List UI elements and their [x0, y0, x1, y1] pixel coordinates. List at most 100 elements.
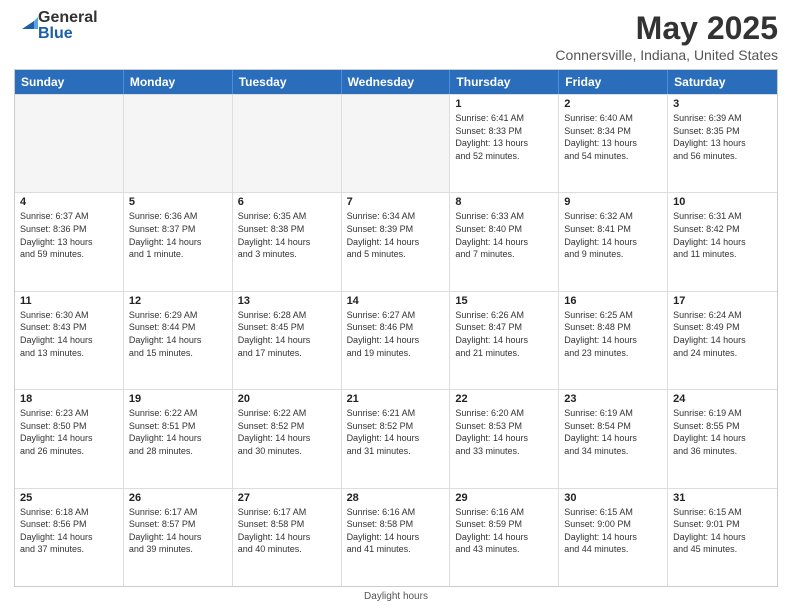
calendar-header: SundayMondayTuesdayWednesdayThursdayFrid…: [15, 70, 777, 94]
day-number: 15: [455, 295, 553, 307]
day-info: Sunrise: 6:39 AM Sunset: 8:35 PM Dayligh…: [673, 112, 772, 162]
day-number: 7: [347, 196, 445, 208]
title-block: May 2025 Connersville, Indiana, United S…: [555, 10, 778, 63]
cal-cell-14: 14 Sunrise: 6:27 AM Sunset: 8:46 PM Dayli…: [342, 292, 451, 389]
day-info: Sunrise: 6:37 AM Sunset: 8:36 PM Dayligh…: [20, 210, 118, 260]
day-info: Sunrise: 6:27 AM Sunset: 8:46 PM Dayligh…: [347, 309, 445, 359]
cal-header-cell-thursday: Thursday: [450, 70, 559, 94]
day-number: 1: [455, 98, 553, 110]
cal-cell-26: 26Sunrise: 6:17 AM Sunset: 8:57 PM Dayli…: [124, 489, 233, 586]
cal-cell-empty-0: [15, 95, 124, 192]
cal-cell-10: 10Sunrise: 6:31 AM Sunset: 8:42 PM Dayli…: [668, 193, 777, 290]
day-info: Sunrise: 6:35 AM Sunset: 8:38 PM Dayligh…: [238, 210, 336, 260]
logo-text: General Blue: [38, 10, 98, 42]
header: General Blue May 2025 Connersville, Indi…: [14, 10, 778, 63]
day-info: Sunrise: 6:17 AM Sunset: 8:58 PM Dayligh…: [238, 506, 336, 556]
day-number: 30: [564, 492, 662, 504]
cal-cell-15: 15Sunrise: 6:26 AM Sunset: 8:47 PM Dayli…: [450, 292, 559, 389]
logo: General Blue: [14, 10, 98, 42]
day-info: Sunrise: 6:19 AM Sunset: 8:55 PM Dayligh…: [673, 407, 772, 457]
cal-row-3: 18Sunrise: 6:23 AM Sunset: 8:50 PM Dayli…: [15, 389, 777, 487]
cal-cell-5: 5 Sunrise: 6:36 AM Sunset: 8:37 PM Daylig…: [124, 193, 233, 290]
cal-cell-18: 18Sunrise: 6:23 AM Sunset: 8:50 PM Dayli…: [15, 390, 124, 487]
cal-row-1: 4 Sunrise: 6:37 AM Sunset: 8:36 PM Daylig…: [15, 192, 777, 290]
cal-cell-17: 17Sunrise: 6:24 AM Sunset: 8:49 PM Dayli…: [668, 292, 777, 389]
cal-cell-3: 3 Sunrise: 6:39 AM Sunset: 8:35 PM Daylig…: [668, 95, 777, 192]
day-info: Sunrise: 6:24 AM Sunset: 8:49 PM Dayligh…: [673, 309, 772, 359]
day-info: Sunrise: 6:22 AM Sunset: 8:52 PM Dayligh…: [238, 407, 336, 457]
cal-cell-16: 16Sunrise: 6:25 AM Sunset: 8:48 PM Dayli…: [559, 292, 668, 389]
day-number: 21: [347, 393, 445, 405]
logo-icon: [16, 11, 38, 33]
day-info: Sunrise: 6:15 AM Sunset: 9:00 PM Dayligh…: [564, 506, 662, 556]
calendar: SundayMondayTuesdayWednesdayThursdayFrid…: [14, 69, 778, 587]
day-info: Sunrise: 6:16 AM Sunset: 8:58 PM Dayligh…: [347, 506, 445, 556]
logo-blue-text: Blue: [38, 26, 98, 42]
day-info: Sunrise: 6:20 AM Sunset: 8:53 PM Dayligh…: [455, 407, 553, 457]
cal-cell-6: 6 Sunrise: 6:35 AM Sunset: 8:38 PM Daylig…: [233, 193, 342, 290]
cal-cell-28: 28 Sunrise: 6:16 AM Sunset: 8:58 PM Dayli…: [342, 489, 451, 586]
day-info: Sunrise: 6:34 AM Sunset: 8:39 PM Dayligh…: [347, 210, 445, 260]
cal-cell-2: 2 Sunrise: 6:40 AM Sunset: 8:34 PM Daylig…: [559, 95, 668, 192]
day-number: 19: [129, 393, 227, 405]
cal-cell-24: 24 Sunrise: 6:19 AM Sunset: 8:55 PM Dayli…: [668, 390, 777, 487]
cal-cell-20: 20Sunrise: 6:22 AM Sunset: 8:52 PM Dayli…: [233, 390, 342, 487]
day-number: 11: [20, 295, 118, 307]
cal-row-4: 25Sunrise: 6:18 AM Sunset: 8:56 PM Dayli…: [15, 488, 777, 586]
day-info: Sunrise: 6:22 AM Sunset: 8:51 PM Dayligh…: [129, 407, 227, 457]
cal-header-cell-tuesday: Tuesday: [233, 70, 342, 94]
cal-row-0: 1 Sunrise: 6:41 AM Sunset: 8:33 PM Daylig…: [15, 94, 777, 192]
day-number: 22: [455, 393, 553, 405]
cal-row-2: 11 Sunrise: 6:30 AM Sunset: 8:43 PM Dayli…: [15, 291, 777, 389]
day-number: 2: [564, 98, 662, 110]
day-info: Sunrise: 6:31 AM Sunset: 8:42 PM Dayligh…: [673, 210, 772, 260]
day-number: 25: [20, 492, 118, 504]
day-number: 29: [455, 492, 553, 504]
cal-cell-21: 21 Sunrise: 6:21 AM Sunset: 8:52 PM Dayli…: [342, 390, 451, 487]
subtitle: Connersville, Indiana, United States: [555, 47, 778, 63]
cal-cell-empty-2: [233, 95, 342, 192]
day-info: Sunrise: 6:21 AM Sunset: 8:52 PM Dayligh…: [347, 407, 445, 457]
cal-cell-13: 13Sunrise: 6:28 AM Sunset: 8:45 PM Dayli…: [233, 292, 342, 389]
day-number: 31: [673, 492, 772, 504]
day-number: 28: [347, 492, 445, 504]
day-number: 23: [564, 393, 662, 405]
day-info: Sunrise: 6:23 AM Sunset: 8:50 PM Dayligh…: [20, 407, 118, 457]
day-number: 3: [673, 98, 772, 110]
cal-cell-empty-3: [342, 95, 451, 192]
cal-header-cell-saturday: Saturday: [668, 70, 777, 94]
cal-cell-19: 19 Sunrise: 6:22 AM Sunset: 8:51 PM Dayli…: [124, 390, 233, 487]
cal-cell-4: 4 Sunrise: 6:37 AM Sunset: 8:36 PM Daylig…: [15, 193, 124, 290]
cal-header-cell-monday: Monday: [124, 70, 233, 94]
footer-note: Daylight hours: [14, 591, 778, 602]
day-info: Sunrise: 6:29 AM Sunset: 8:44 PM Dayligh…: [129, 309, 227, 359]
day-number: 8: [455, 196, 553, 208]
cal-cell-22: 22 Sunrise: 6:20 AM Sunset: 8:53 PM Dayli…: [450, 390, 559, 487]
day-number: 14: [347, 295, 445, 307]
cal-cell-9: 9Sunrise: 6:32 AM Sunset: 8:41 PM Daylig…: [559, 193, 668, 290]
day-number: 4: [20, 196, 118, 208]
cal-header-cell-wednesday: Wednesday: [342, 70, 451, 94]
day-info: Sunrise: 6:33 AM Sunset: 8:40 PM Dayligh…: [455, 210, 553, 260]
day-number: 13: [238, 295, 336, 307]
day-info: Sunrise: 6:19 AM Sunset: 8:54 PM Dayligh…: [564, 407, 662, 457]
day-info: Sunrise: 6:36 AM Sunset: 8:37 PM Dayligh…: [129, 210, 227, 260]
day-info: Sunrise: 6:17 AM Sunset: 8:57 PM Dayligh…: [129, 506, 227, 556]
day-number: 24: [673, 393, 772, 405]
cal-cell-11: 11 Sunrise: 6:30 AM Sunset: 8:43 PM Dayli…: [15, 292, 124, 389]
day-number: 16: [564, 295, 662, 307]
day-info: Sunrise: 6:16 AM Sunset: 8:59 PM Dayligh…: [455, 506, 553, 556]
day-number: 12: [129, 295, 227, 307]
logo-general-text: General: [38, 10, 98, 26]
day-number: 6: [238, 196, 336, 208]
calendar-body: 1 Sunrise: 6:41 AM Sunset: 8:33 PM Daylig…: [15, 94, 777, 586]
cal-cell-27: 27Sunrise: 6:17 AM Sunset: 8:58 PM Dayli…: [233, 489, 342, 586]
main-title: May 2025: [555, 10, 778, 47]
cal-header-cell-sunday: Sunday: [15, 70, 124, 94]
day-number: 5: [129, 196, 227, 208]
day-info: Sunrise: 6:32 AM Sunset: 8:41 PM Dayligh…: [564, 210, 662, 260]
cal-cell-31: 31Sunrise: 6:15 AM Sunset: 9:01 PM Dayli…: [668, 489, 777, 586]
day-info: Sunrise: 6:41 AM Sunset: 8:33 PM Dayligh…: [455, 112, 553, 162]
day-info: Sunrise: 6:40 AM Sunset: 8:34 PM Dayligh…: [564, 112, 662, 162]
day-info: Sunrise: 6:30 AM Sunset: 8:43 PM Dayligh…: [20, 309, 118, 359]
